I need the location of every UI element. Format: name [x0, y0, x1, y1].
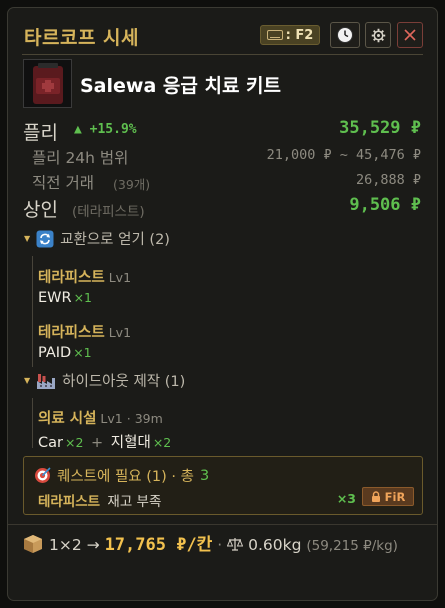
- footer-per-kg: (59,215 ₽/kg): [306, 538, 398, 554]
- barter-requirement: PAID ×1: [38, 345, 92, 361]
- keyboard-icon: [266, 30, 283, 40]
- footer-summary: 1×2 → 17,765 ₽/칸 · 0.60kg (59,215 ₽/kg): [23, 532, 428, 559]
- fir-badge: FiR: [362, 487, 414, 506]
- target-icon: [35, 467, 51, 483]
- trader-sell-label: 상인: [23, 199, 58, 221]
- hideout-input-qty: ×2: [152, 435, 172, 450]
- footer-size: 1×2 →: [49, 536, 100, 554]
- hideout-station-level: Lv1: [100, 411, 123, 426]
- caret-down-icon: ▼: [24, 376, 31, 385]
- lock-icon: [371, 491, 380, 502]
- hideout-time: 39m: [134, 411, 163, 426]
- trader-sell-trader: (테라피스트): [72, 204, 145, 220]
- medkit-image: [33, 63, 63, 104]
- barter-req-item: PAID: [38, 345, 72, 361]
- hideout-section-title: 하이드아웃 제작 (1): [62, 374, 186, 390]
- barter-trader-name: 테라피스트: [38, 270, 105, 286]
- barter-req-item: EWR: [38, 290, 72, 306]
- barter-trader-name: 테라피스트: [38, 325, 105, 341]
- footer-per-slot: 17,765 ₽/칸: [104, 535, 213, 555]
- footer-weight: 0.60kg: [248, 536, 302, 554]
- refresh-icon: [36, 230, 54, 247]
- last-trade-count: (39개): [113, 177, 151, 192]
- last-trade-value: 26,888 ₽: [355, 172, 421, 188]
- header-divider: [22, 54, 423, 55]
- flea-change: ▲ +15.9%: [74, 122, 137, 137]
- clock-icon: [337, 27, 353, 43]
- hideout-requirements: Car ×2 + 지혈대 ×2: [38, 431, 171, 452]
- flea-label: 플리: [23, 122, 58, 144]
- caret-down-icon: ▼: [24, 234, 31, 243]
- barter-trader-level: Lv1: [108, 270, 132, 285]
- range-value: 21,000 ₽ ~ 45,476 ₽: [266, 147, 421, 163]
- close-button[interactable]: [397, 22, 423, 48]
- gear-icon: [371, 28, 385, 42]
- item-thumbnail: [23, 59, 72, 108]
- app-title: 타르코프 시세: [24, 27, 139, 49]
- quest-requirement-box: 퀘스트에 필요 (1) · 총 3 테라피스트 재고 부족 ×3 FiR: [23, 456, 423, 515]
- barter-req-qty: ×1: [73, 345, 92, 360]
- hideout-input-qty: ×2: [64, 435, 84, 450]
- item-name: Salewa 응급 치료 키트: [80, 75, 282, 97]
- quest-header: 퀘스트에 필요 (1) · 총 3: [34, 465, 209, 486]
- quest-qty: ×3: [336, 491, 356, 506]
- hideout-section-header[interactable]: ▼ 하이드아웃 제작 (1): [24, 370, 185, 391]
- fir-label: FiR: [384, 489, 406, 504]
- history-button[interactable]: [330, 22, 360, 48]
- footer-dot: ·: [217, 536, 223, 554]
- barter-trader-level: Lv1: [108, 325, 132, 340]
- barter-tree-line: [32, 256, 33, 367]
- hideout-tree-line: [32, 398, 33, 448]
- hideout-input-item: 지혈대: [110, 435, 151, 451]
- flea-price: 35,529 ₽: [339, 118, 421, 138]
- hotkey-badge[interactable]: : F2: [260, 25, 320, 45]
- quest-trader: 테라피스트: [38, 494, 101, 510]
- quest-total: 3: [199, 467, 210, 484]
- hideout-plus: +: [91, 435, 104, 451]
- quest-line: 테라피스트 재고 부족: [38, 490, 161, 510]
- quest-title: 퀘스트에 필요 (1) · 총: [57, 469, 194, 485]
- box-icon: [24, 535, 42, 553]
- barter-trader: 테라피스트 Lv1: [38, 266, 131, 287]
- hotkey-label: : F2: [285, 27, 314, 43]
- hideout-station: 의료 시설 Lv1 · 39m: [38, 407, 163, 428]
- footer-divider: [8, 524, 437, 525]
- scale-icon: [226, 538, 244, 551]
- barter-section-title: 교환으로 얻기 (2): [60, 232, 170, 248]
- factory-icon: [37, 373, 56, 389]
- hideout-station-name: 의료 시설: [38, 411, 97, 427]
- close-icon: [404, 29, 416, 41]
- trader-sell-price: 9,506 ₽: [349, 195, 421, 215]
- quest-note: 재고 부족: [107, 494, 162, 510]
- price-panel: 타르코프 시세 : F2 Salewa 응급 치료 키트 플리 ▲ +15.9%…: [7, 7, 438, 601]
- barter-req-qty: ×1: [73, 290, 93, 305]
- range-label: 플리 24h 범위: [32, 149, 129, 167]
- last-trade-label: 직전 거래: [32, 174, 94, 192]
- settings-button[interactable]: [365, 22, 391, 48]
- barter-requirement: EWR ×1: [38, 290, 92, 306]
- hideout-input-item: Car: [38, 435, 63, 451]
- barter-trader: 테라피스트 Lv1: [38, 321, 131, 342]
- barter-section-header[interactable]: ▼ 교환으로 얻기 (2): [24, 228, 170, 249]
- hideout-sep: ·: [126, 411, 131, 426]
